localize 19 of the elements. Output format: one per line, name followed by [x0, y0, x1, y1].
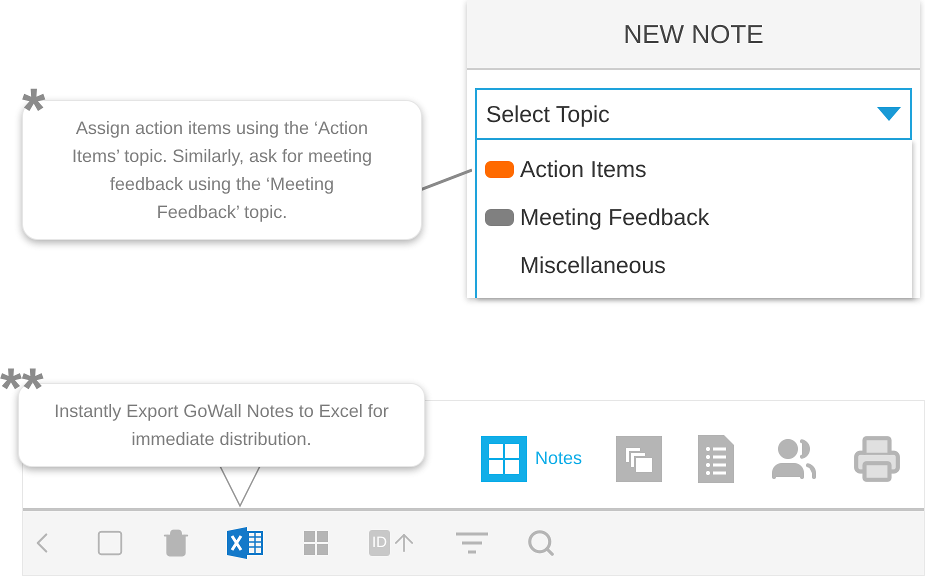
topic-option[interactable]: Meeting Feedback — [477, 202, 912, 232]
printer-icon — [852, 434, 902, 484]
leader-line — [420, 168, 472, 192]
topic-option[interactable]: Miscellaneous — [477, 250, 912, 280]
grid-icon — [480, 436, 527, 482]
document-list-icon — [696, 434, 736, 482]
caret-icon — [877, 107, 901, 121]
callout-text: Assign action items using the ‘Action Items’ topic. Similarly, ask for meeting feedback using the ‘Meeting Feedback’ topic. — [70, 117, 374, 224]
asterisk-mark: * — [22, 84, 46, 136]
double-asterisk-mark: ** — [0, 362, 44, 414]
callout-text: Instantly Export GoWall Notes to Excel for immediate distribution. — [53, 400, 390, 451]
panel-title: NEW NOTE — [623, 18, 764, 50]
topic-select[interactable]: Select Topic — [475, 88, 912, 140]
search-button[interactable] — [526, 528, 556, 558]
delete-button[interactable] — [161, 528, 191, 558]
topic-option[interactable]: Action Items — [477, 154, 912, 184]
select-button[interactable] — [95, 528, 125, 558]
stacked-pages-icon — [616, 436, 662, 482]
spreadsheet-export-button[interactable] — [227, 527, 263, 559]
